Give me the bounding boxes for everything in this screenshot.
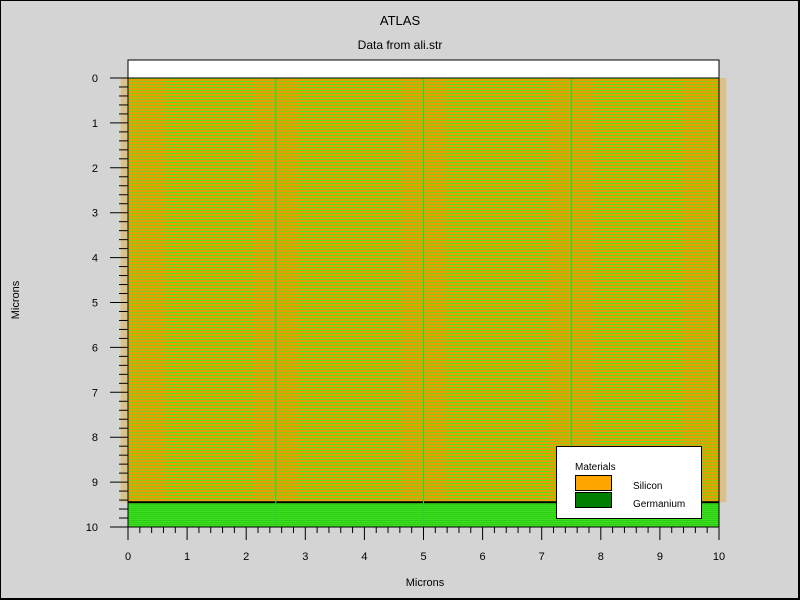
x-tick-label: 4 [361,551,367,563]
x-tick-label: 8 [598,551,604,563]
y-tick-label: 5 [92,298,98,310]
legend: Materials Silicon Germanium [556,446,702,519]
y-tick-label: 2 [92,163,98,175]
y-tick-label: 8 [92,432,98,444]
y-axis-label: Microns [10,280,22,320]
legend-swatch-silicon [575,475,612,491]
y-tick-label: 6 [92,342,98,354]
y-tick-label: 1 [92,118,98,130]
x-axis-label: Microns [405,577,445,589]
x-tick-label: 6 [480,551,486,563]
y-tick-label: 10 [86,522,98,534]
y-tick-label: 0 [92,73,98,85]
x-tick-label: 2 [243,551,249,563]
x-tick-label: 10 [713,551,725,563]
x-tick-label: 5 [420,551,426,563]
x-tick-label: 3 [302,551,308,563]
y-tick-label: 9 [92,477,98,489]
x-tick-label: 7 [539,551,545,563]
x-tick-label: 9 [657,551,663,563]
legend-swatch-germanium [575,492,612,508]
x-tick-label: 1 [184,551,190,563]
legend-title: Materials [575,462,616,473]
top-strip [127,59,720,79]
legend-label-silicon: Silicon [633,481,663,492]
y-tick-label: 3 [92,208,98,220]
x-tick-label: 0 [125,551,131,563]
y-tick-label: 4 [92,253,98,265]
legend-label-germanium: Germanium [633,499,686,510]
y-tick-label: 7 [92,387,98,399]
